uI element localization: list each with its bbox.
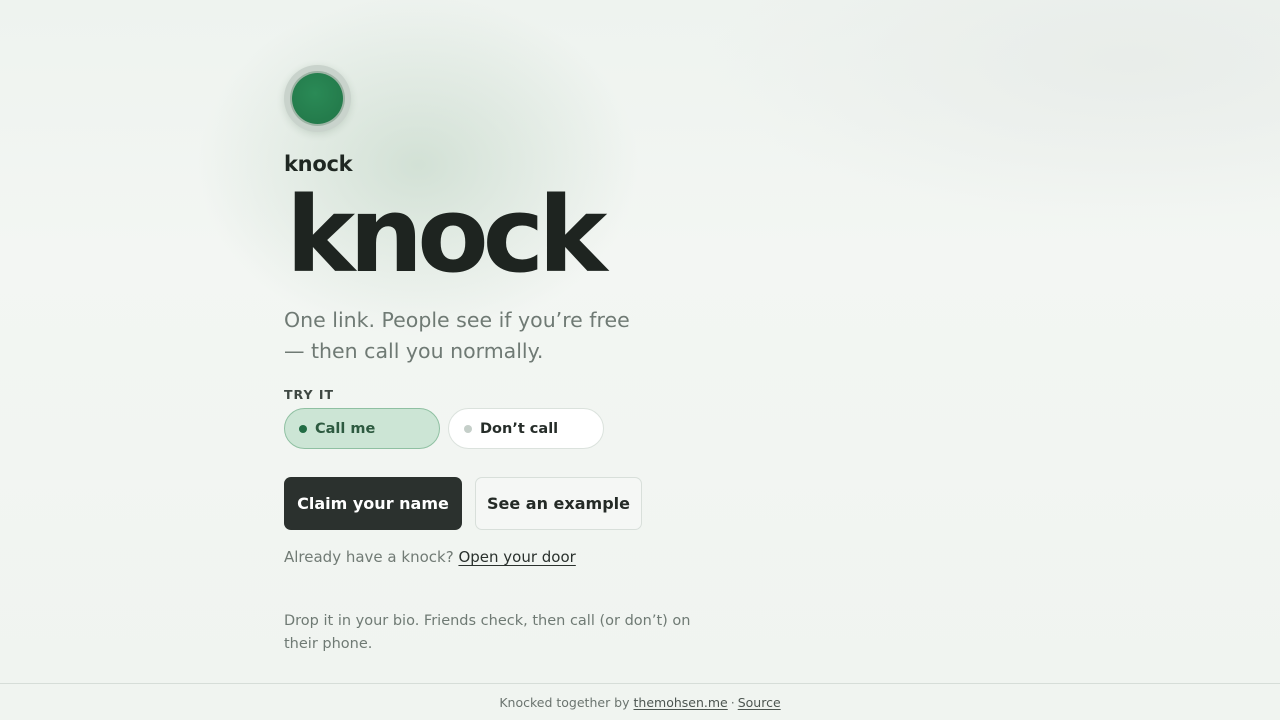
author-link[interactable]: themohsen.me <box>634 695 728 710</box>
unavailable-dot-icon <box>464 424 472 433</box>
tagline: One link. People see if you’re free — th… <box>284 308 630 363</box>
bio-description: Drop it in your bio. Friends check, then… <box>284 613 691 652</box>
status-indicator-icon <box>284 65 351 132</box>
signin-prompt: Already have a knock? Open your door <box>284 548 576 566</box>
open-door-link[interactable]: Open your door <box>458 548 575 566</box>
brand-name: knock <box>284 152 353 176</box>
source-link[interactable]: Source <box>738 695 781 710</box>
call-me-toggle[interactable]: Call me <box>284 408 440 449</box>
claim-name-button[interactable]: Claim your name <box>284 477 462 530</box>
footer-separator: · <box>730 694 735 710</box>
dont-call-toggle[interactable]: Don’t call <box>448 408 604 449</box>
footer: Knocked together by themohsen.me · Source <box>0 683 1280 720</box>
call-me-label: Call me <box>315 420 376 437</box>
footer-credit: Knocked together by <box>499 694 630 710</box>
signin-prompt-text: Already have a knock? <box>284 548 454 566</box>
hero-title: knock <box>286 174 607 296</box>
see-example-button[interactable]: See an example <box>475 477 642 530</box>
try-it-label: TRY IT <box>284 387 335 402</box>
dont-call-label: Don’t call <box>480 420 559 437</box>
available-dot-icon <box>299 424 307 433</box>
